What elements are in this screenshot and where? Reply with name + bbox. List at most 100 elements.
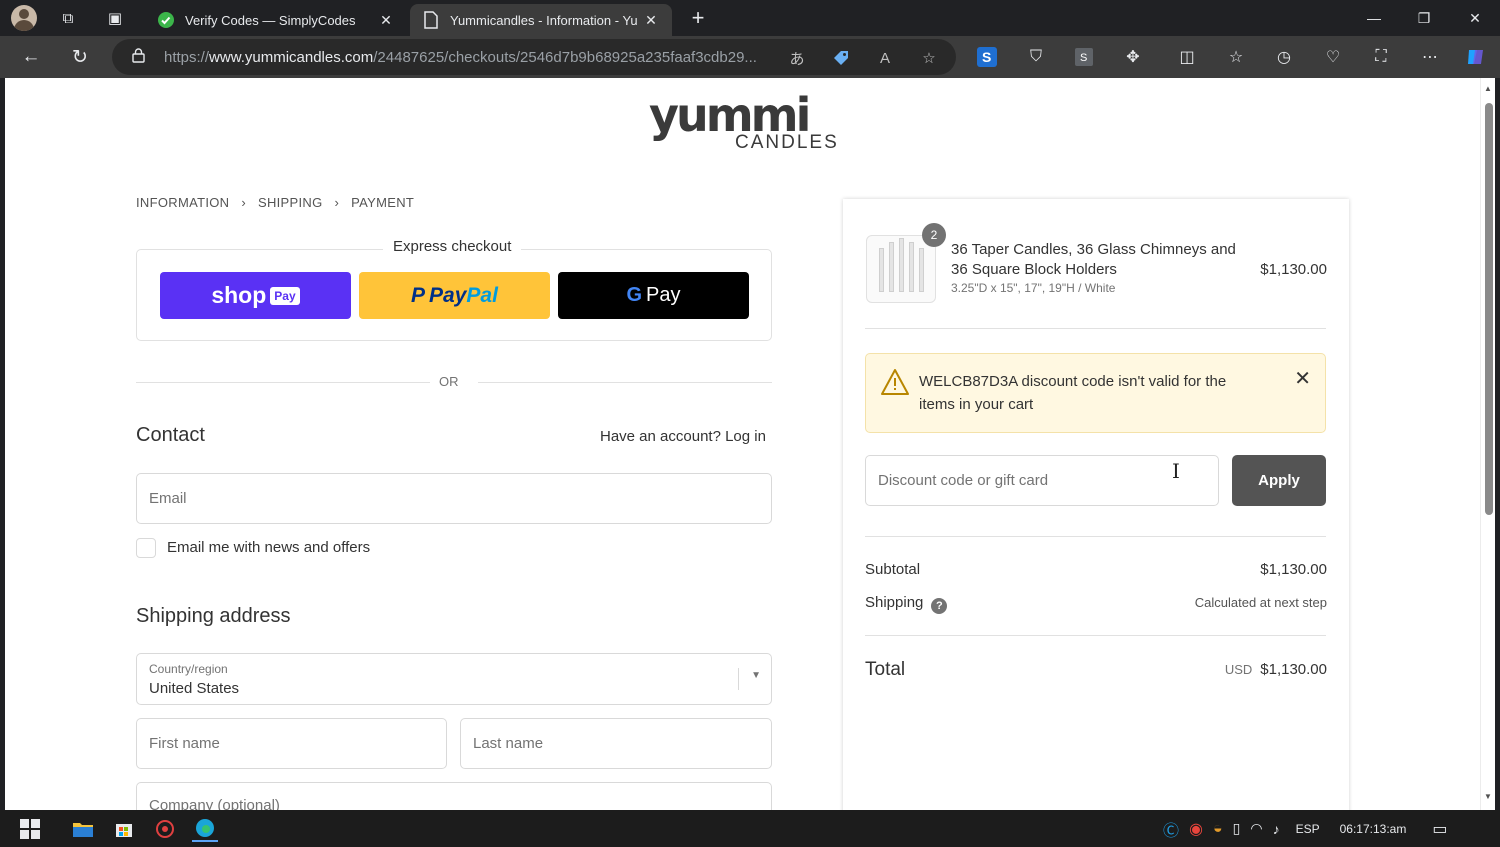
refresh-icon[interactable]: ↻: [64, 41, 96, 73]
tab-yummicandles[interactable]: Yummicandles - Information - Yu ✕: [410, 4, 672, 36]
help-icon[interactable]: ?: [931, 598, 948, 614]
yummi-candles-logo[interactable]: yummi CANDLES: [649, 92, 839, 158]
discount-code-input[interactable]: [878, 472, 1218, 489]
simplycodes-extension-icon[interactable]: S: [975, 45, 999, 69]
discount-code-field[interactable]: [865, 455, 1219, 506]
product-variant: 3.25"D x 15", 17", 19"H / White: [951, 281, 1116, 295]
windows-start-icon[interactable]: [17, 816, 43, 842]
lock-icon: [132, 48, 146, 66]
s-extension-icon[interactable]: S: [1072, 45, 1096, 69]
shop-pay-button[interactable]: shop Pay: [160, 272, 351, 319]
volume-icon[interactable]: ♪: [1273, 821, 1280, 837]
app-icon[interactable]: [152, 816, 178, 842]
browser-toolbar: ← ↻ https://www.yummicandles.com/2448762…: [0, 36, 1500, 78]
last-name-field[interactable]: [460, 718, 772, 769]
document-icon: [422, 11, 440, 29]
quantity-badge: 2: [922, 223, 946, 247]
extensions-puzzle-icon[interactable]: ✥: [1121, 45, 1145, 69]
logo-subtitle: CANDLES: [735, 132, 839, 153]
chevron-down-icon: ▼: [751, 670, 761, 681]
total-value: $1,130.00: [1260, 661, 1327, 678]
news-offers-label[interactable]: Email me with news and offers: [167, 539, 370, 556]
news-offers-checkbox[interactable]: [136, 538, 156, 558]
page-scrollbar[interactable]: ▲ ▼: [1480, 78, 1495, 810]
shipping-value: Calculated at next step: [1194, 595, 1327, 610]
tab-simplycodes[interactable]: Verify Codes — SimplyCodes ✕: [145, 4, 407, 36]
notifications-icon[interactable]: ▭: [1432, 819, 1447, 839]
favorites-icon[interactable]: ☆: [1224, 45, 1248, 69]
chrome-icon[interactable]: ◉: [1189, 819, 1203, 839]
select-divider: [738, 668, 739, 690]
discount-warning-banner: WELCB87D3A discount code isn't valid for…: [865, 353, 1326, 433]
close-tab-icon[interactable]: ✕: [642, 12, 660, 29]
product-price: $1,130.00: [1260, 261, 1327, 278]
screenshot-icon[interactable]: ⛶: [1369, 45, 1393, 69]
divider: [865, 328, 1326, 329]
translate-icon[interactable]: あ: [786, 47, 808, 69]
history-icon[interactable]: ◷: [1272, 45, 1296, 69]
clock[interactable]: 06:17:13:am: [1340, 822, 1407, 836]
chevron-right-icon: ›: [334, 195, 340, 210]
login-link[interactable]: Have an account? Log in: [600, 428, 766, 445]
paypal-button[interactable]: P Pay Pal: [359, 272, 550, 319]
edge-browser-icon[interactable]: [192, 816, 218, 842]
svg-text:S: S: [982, 49, 991, 65]
google-pay-button[interactable]: G Pay: [558, 272, 749, 319]
subtotal-label: Subtotal: [865, 561, 921, 578]
favorite-star-icon[interactable]: ☆: [918, 47, 940, 69]
close-icon[interactable]: ✕: [1294, 366, 1311, 391]
browser-tab-bar: ⧉ ▣ Verify Codes — SimplyCodes ✕ Yummica…: [0, 0, 1500, 36]
apply-button[interactable]: Apply: [1232, 455, 1326, 506]
contact-heading: Contact: [136, 424, 205, 446]
email-field[interactable]: [136, 473, 772, 524]
or-divider: OR: [136, 374, 772, 390]
scroll-up-icon[interactable]: ▲: [1484, 84, 1492, 93]
wifi-icon[interactable]: ◠: [1250, 820, 1262, 837]
read-aloud-icon[interactable]: A: [874, 47, 896, 69]
checkout-page: yummi CANDLES INFORMATION › SHIPPING › P…: [5, 78, 1480, 810]
breadcrumb-information[interactable]: INFORMATION: [136, 195, 229, 210]
coupon-tag-icon[interactable]: [830, 47, 852, 69]
c-app-icon[interactable]: Ⓒ: [1163, 817, 1179, 841]
close-tab-icon[interactable]: ✕: [377, 12, 395, 29]
company-field[interactable]: [136, 782, 772, 810]
first-name-field[interactable]: [136, 718, 447, 769]
express-checkout-legend: Express checkout: [383, 238, 522, 255]
close-window-icon[interactable]: ✕: [1450, 0, 1500, 36]
back-icon[interactable]: ←: [15, 41, 47, 73]
url-text: https://www.yummicandles.com/24487625/ch…: [164, 48, 757, 66]
workspaces-icon[interactable]: ⧉: [50, 0, 86, 36]
shop-pay-badge: Pay: [270, 286, 300, 305]
tray-app-icon[interactable]: ◒: [1213, 820, 1223, 838]
paypal-label-1: Pay: [429, 283, 467, 307]
company-input[interactable]: [149, 797, 771, 810]
shield-icon[interactable]: ⛉: [1024, 45, 1048, 69]
shop-pay-label: shop: [211, 282, 267, 308]
split-screen-icon[interactable]: ◫: [1175, 45, 1199, 69]
scroll-down-icon[interactable]: ▼: [1484, 792, 1492, 801]
system-tray: Ⓒ ◉ ◒ ▯ ◠ ♪ ESP 06:17:13:am ▭: [1163, 810, 1447, 847]
more-menu-icon[interactable]: ⋯: [1418, 45, 1442, 69]
first-name-input[interactable]: [149, 735, 446, 752]
address-bar[interactable]: https://www.yummicandles.com/24487625/ch…: [112, 39, 956, 75]
store-icon[interactable]: [111, 816, 137, 842]
last-name-input[interactable]: [473, 735, 771, 752]
divider: [865, 635, 1326, 636]
email-input[interactable]: [149, 490, 771, 507]
performance-icon[interactable]: ♡: [1321, 45, 1345, 69]
file-explorer-icon[interactable]: [70, 816, 96, 842]
minimize-icon[interactable]: —: [1349, 0, 1399, 36]
language-indicator[interactable]: ESP: [1296, 822, 1320, 836]
usb-icon[interactable]: ▯: [1233, 820, 1241, 837]
vertical-tabs-icon[interactable]: ▣: [97, 0, 133, 36]
restore-icon[interactable]: ❐: [1399, 0, 1449, 36]
shipping-row-label: Shipping?: [865, 594, 948, 614]
country-select[interactable]: Country/region United States ▼: [136, 653, 772, 705]
total-row-value: USD $1,130.00: [1225, 661, 1327, 678]
scrollbar-thumb[interactable]: [1485, 103, 1493, 515]
copilot-icon[interactable]: [1464, 45, 1488, 69]
warning-message: WELCB87D3A discount code isn't valid for…: [919, 373, 1227, 413]
shipping-address-heading: Shipping address: [136, 605, 291, 627]
profile-avatar[interactable]: [11, 5, 37, 31]
new-tab-icon[interactable]: +: [684, 4, 712, 32]
